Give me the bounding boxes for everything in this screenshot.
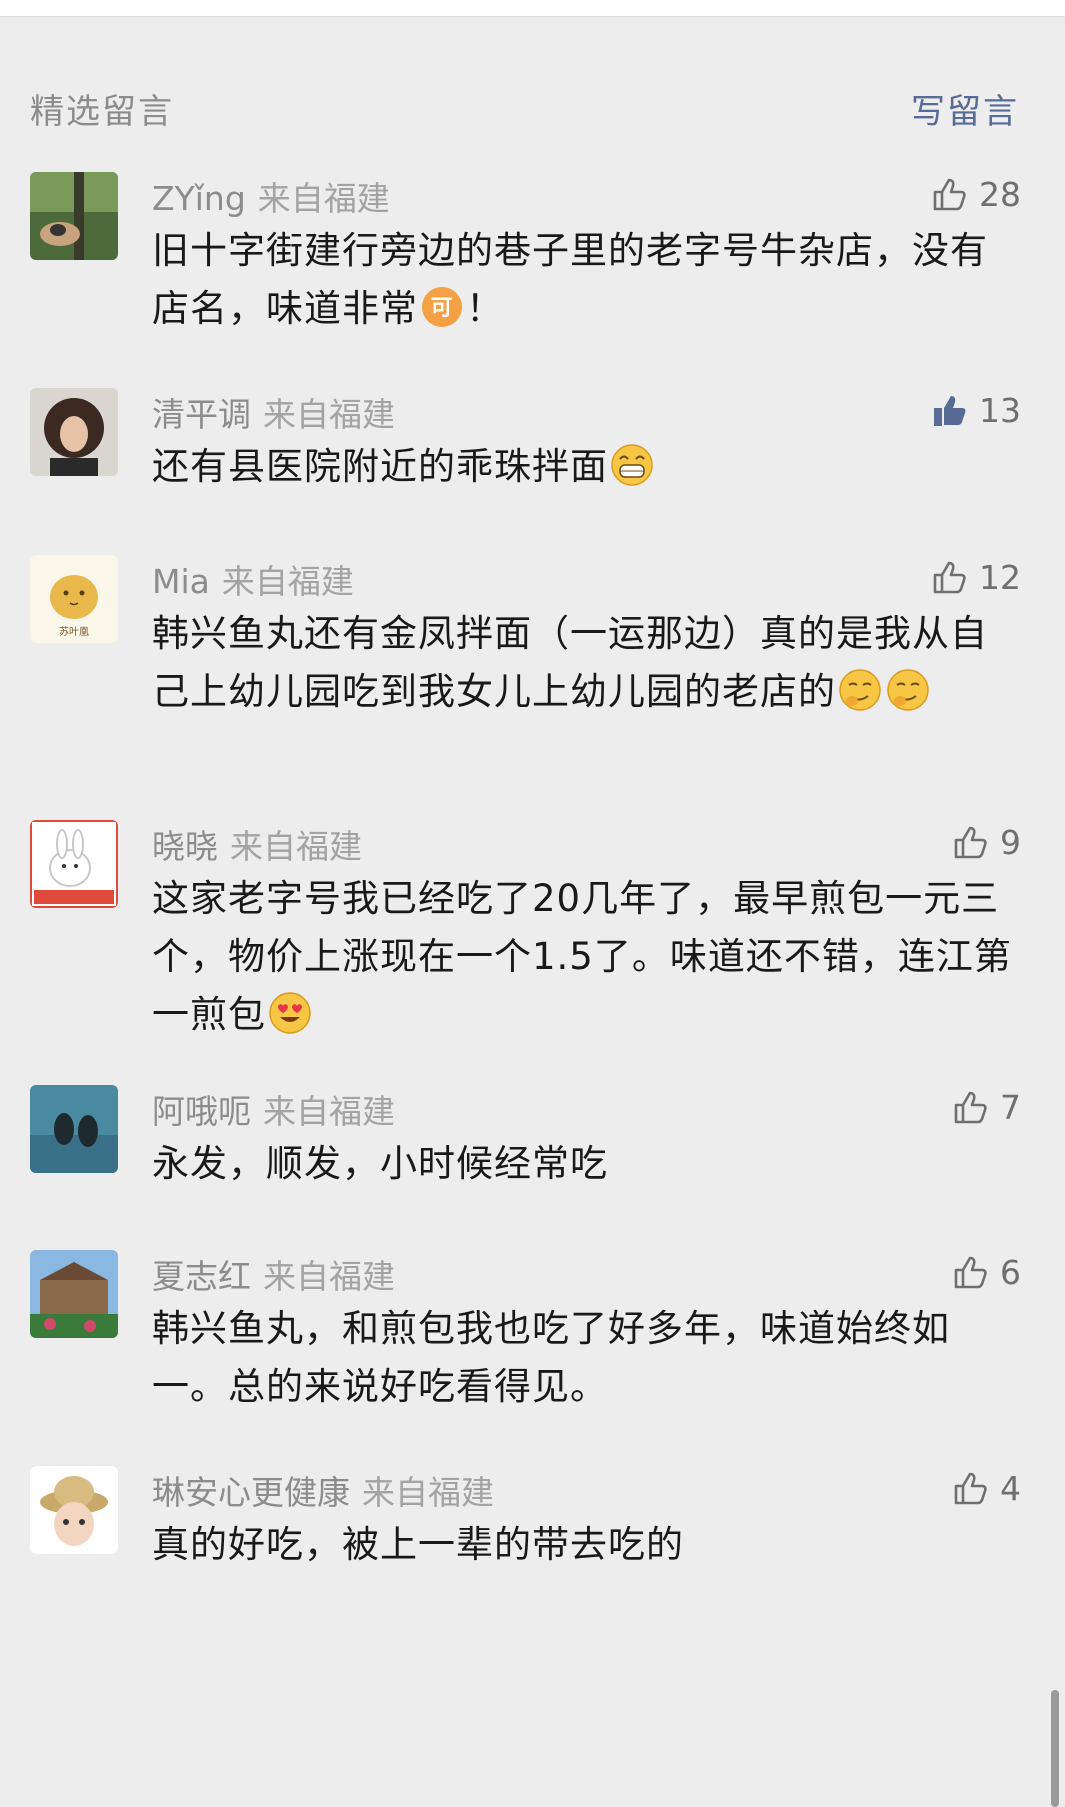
- location: 来自福建: [263, 1257, 395, 1296]
- thumb-up-icon: [954, 1472, 987, 1505]
- avatar[interactable]: [30, 172, 118, 260]
- thumb-up-icon: [954, 1256, 987, 1289]
- comment-text: 永发，顺发，小时候经常吃: [152, 1135, 1021, 1193]
- comment-item: 晓晓 来自福建 9 这家老字号我已经吃了20几年了，最早煎包一元三个，物价上涨现在…: [30, 820, 1021, 1036]
- comment-meta: ZYǐng 来自福建: [152, 172, 390, 218]
- avatar[interactable]: [30, 1466, 118, 1554]
- section-title: 精选留言: [30, 92, 174, 132]
- like-count: 4: [1000, 1468, 1021, 1508]
- comment-item: 苏叶凰 Mia 来自福建 12 韩兴鱼丸还有金凤拌面（一运那边）真的是我从自己上幼…: [30, 555, 1021, 755]
- comment-meta: 夏志红 来自福建: [152, 1250, 395, 1296]
- like-button[interactable]: 9: [950, 820, 1021, 864]
- like-count: 6: [1000, 1252, 1021, 1292]
- like-button[interactable]: 28: [929, 172, 1021, 216]
- thumb-up-icon: [933, 561, 966, 594]
- comment-item: 琳安心更健康 来自福建 4 真的好吃，被上一辈的带去吃的: [30, 1466, 1021, 1576]
- comment-text: 旧十字街建行旁边的巷子里的老字号牛杂店，没有店名，味道非常可 ！: [152, 222, 1021, 338]
- nickname[interactable]: 琳安心更健康: [152, 1473, 350, 1512]
- comment-text-part: 旧十字街建行旁边的巷子里的老字号牛杂店，没有店名，味道非常: [152, 229, 988, 330]
- comment-meta: 清平调 来自福建: [152, 388, 395, 434]
- scrollbar[interactable]: [1051, 1690, 1059, 1807]
- comment-text-part: 还有县医院附近的乖珠拌面: [152, 445, 608, 488]
- comment-text: 韩兴鱼丸，和煎包我也吃了好多年，味道始终如一。总的来说好吃看得见。: [152, 1300, 1021, 1416]
- nickname[interactable]: Mia: [152, 562, 210, 601]
- thumb-up-icon: [954, 1091, 987, 1124]
- comment-text-part: 永发，顺发，小时候经常吃: [152, 1142, 608, 1185]
- smirk-emoji: [839, 669, 881, 711]
- avatar[interactable]: [30, 820, 118, 908]
- svg-text:可: 可: [430, 296, 453, 321]
- like-button[interactable]: 13: [929, 388, 1021, 432]
- comment-text-part: ！: [466, 287, 504, 330]
- comment-item: 夏志红 来自福建 6 韩兴鱼丸，和煎包我也吃了好多年，味道始终如一。总的来说好吃看…: [30, 1250, 1021, 1410]
- top-divider-bar: [0, 0, 1065, 17]
- comment-text-part: 真的好吃，被上一辈的带去吃的: [152, 1523, 684, 1566]
- comment-item: 清平调 来自福建 13 还有县医院附近的乖珠拌面: [30, 388, 1021, 488]
- grin-emoji: [611, 444, 653, 486]
- ke-emoji: 可: [422, 287, 462, 327]
- nickname[interactable]: 晓晓: [152, 827, 218, 866]
- like-count: 9: [1000, 822, 1021, 862]
- avatar-caption: 苏叶凰: [59, 625, 89, 638]
- avatar[interactable]: [30, 1250, 118, 1338]
- avatar[interactable]: [30, 1085, 118, 1173]
- thumb-up-filled-icon: [934, 396, 966, 426]
- thumb-up-icon: [933, 178, 966, 211]
- location: 来自福建: [362, 1473, 494, 1512]
- location: 来自福建: [263, 1092, 395, 1131]
- location: 来自福建: [263, 395, 395, 434]
- location: 来自福建: [230, 827, 362, 866]
- comment-item: ZYǐng 来自福建 28 旧十字街建行旁边的巷子里的老字号牛杂店，没有店名，味道…: [30, 172, 1021, 330]
- comments-header: 精选留言 写留言: [30, 78, 1019, 138]
- comment-text: 真的好吃，被上一辈的带去吃的: [152, 1516, 1021, 1574]
- nickname[interactable]: ZYǐng: [152, 179, 246, 218]
- nickname[interactable]: 夏志红: [152, 1257, 251, 1296]
- avatar[interactable]: 苏叶凰: [30, 555, 118, 643]
- like-button[interactable]: 6: [950, 1250, 1021, 1294]
- location: 来自福建: [221, 562, 354, 601]
- like-button[interactable]: 4: [950, 1466, 1021, 1510]
- comment-text: 这家老字号我已经吃了20几年了，最早煎包一元三个，物价上涨现在一个1.5了。味道…: [152, 870, 1021, 1044]
- like-button[interactable]: 12: [929, 555, 1021, 599]
- smirk-emoji: [887, 669, 929, 711]
- comment-meta: Mia 来自福建: [152, 555, 354, 601]
- comment-meta: 晓晓 来自福建: [152, 820, 362, 866]
- comment-item: 阿哦呃 来自福建 7 永发，顺发，小时候经常吃: [30, 1085, 1021, 1195]
- like-count: 28: [979, 174, 1021, 214]
- like-count: 13: [979, 390, 1021, 430]
- heart-eyes-emoji: [269, 992, 311, 1034]
- like-count: 12: [979, 557, 1021, 597]
- like-count: 7: [1000, 1087, 1021, 1127]
- thumb-up-icon: [954, 826, 987, 859]
- location: 来自福建: [257, 179, 390, 218]
- comment-text: 韩兴鱼丸还有金凤拌面（一运那边）真的是我从自己上幼儿园吃到我女儿上幼儿园的老店的: [152, 605, 1021, 721]
- like-button[interactable]: 7: [950, 1085, 1021, 1129]
- nickname[interactable]: 清平调: [152, 395, 251, 434]
- avatar[interactable]: [30, 388, 118, 476]
- comment-text-part: 韩兴鱼丸，和煎包我也吃了好多年，味道始终如一。总的来说好吃看得见。: [152, 1307, 950, 1408]
- comment-meta: 琳安心更健康 来自福建: [152, 1466, 494, 1512]
- comment-meta: 阿哦呃 来自福建: [152, 1085, 395, 1131]
- nickname[interactable]: 阿哦呃: [152, 1092, 251, 1131]
- write-comment-link[interactable]: 写留言: [911, 84, 1019, 133]
- comment-text: 还有县医院附近的乖珠拌面: [152, 438, 1021, 496]
